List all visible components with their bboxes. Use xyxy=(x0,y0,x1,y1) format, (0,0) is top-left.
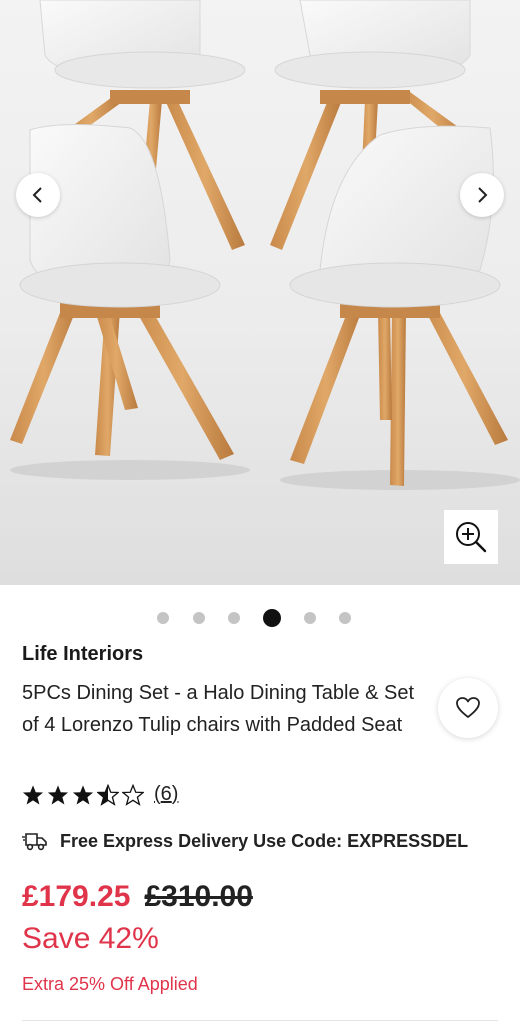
gallery-dot-1[interactable] xyxy=(157,612,169,624)
chevron-right-icon xyxy=(478,187,488,203)
delivery-truck-icon xyxy=(22,833,47,851)
product-image-gallery[interactable] xyxy=(0,0,520,585)
gallery-dot-6[interactable] xyxy=(339,612,351,624)
brand-name[interactable]: Life Interiors xyxy=(22,643,143,666)
chevron-left-icon xyxy=(32,187,42,203)
divider xyxy=(22,1020,498,1021)
gallery-dot-4[interactable] xyxy=(263,609,281,627)
savings-badge: Save 42% xyxy=(22,922,159,955)
gallery-dot-5[interactable] xyxy=(304,612,316,624)
gallery-next-button[interactable] xyxy=(460,173,504,217)
review-count: 6 xyxy=(160,783,172,805)
product-title: 5PCs Dining Set - a Halo Dining Table & … xyxy=(22,682,415,736)
gallery-prev-button[interactable] xyxy=(16,173,60,217)
star-filled-icon xyxy=(72,784,94,804)
gallery-dot-2[interactable] xyxy=(193,612,205,624)
star-filled-icon xyxy=(22,784,44,804)
original-price: £310.00 xyxy=(144,880,253,913)
zoom-in-icon xyxy=(456,522,487,553)
review-count-link[interactable]: (6) xyxy=(154,783,178,806)
star-empty-icon xyxy=(122,783,144,806)
current-price: £179.25 xyxy=(22,880,131,913)
delivery-text: Free Express Delivery Use Code: EXPRESSD… xyxy=(60,830,469,851)
star-half-icon xyxy=(97,783,119,806)
product-image xyxy=(10,0,520,490)
price-row: £179.25 £310.00 xyxy=(22,880,253,914)
wishlist-button[interactable] xyxy=(438,678,498,738)
heart-icon xyxy=(456,697,480,718)
rating-stars xyxy=(22,783,144,806)
product-rating[interactable]: (6) xyxy=(22,783,178,806)
delivery-promo: Free Express Delivery Use Code: EXPRESSD… xyxy=(22,830,468,852)
star-filled-icon xyxy=(47,784,69,804)
extra-offer: Extra 25% Off Applied xyxy=(22,974,198,994)
gallery-dot-3[interactable] xyxy=(228,612,240,624)
zoom-button[interactable] xyxy=(444,510,498,564)
gallery-pagination xyxy=(0,608,520,628)
